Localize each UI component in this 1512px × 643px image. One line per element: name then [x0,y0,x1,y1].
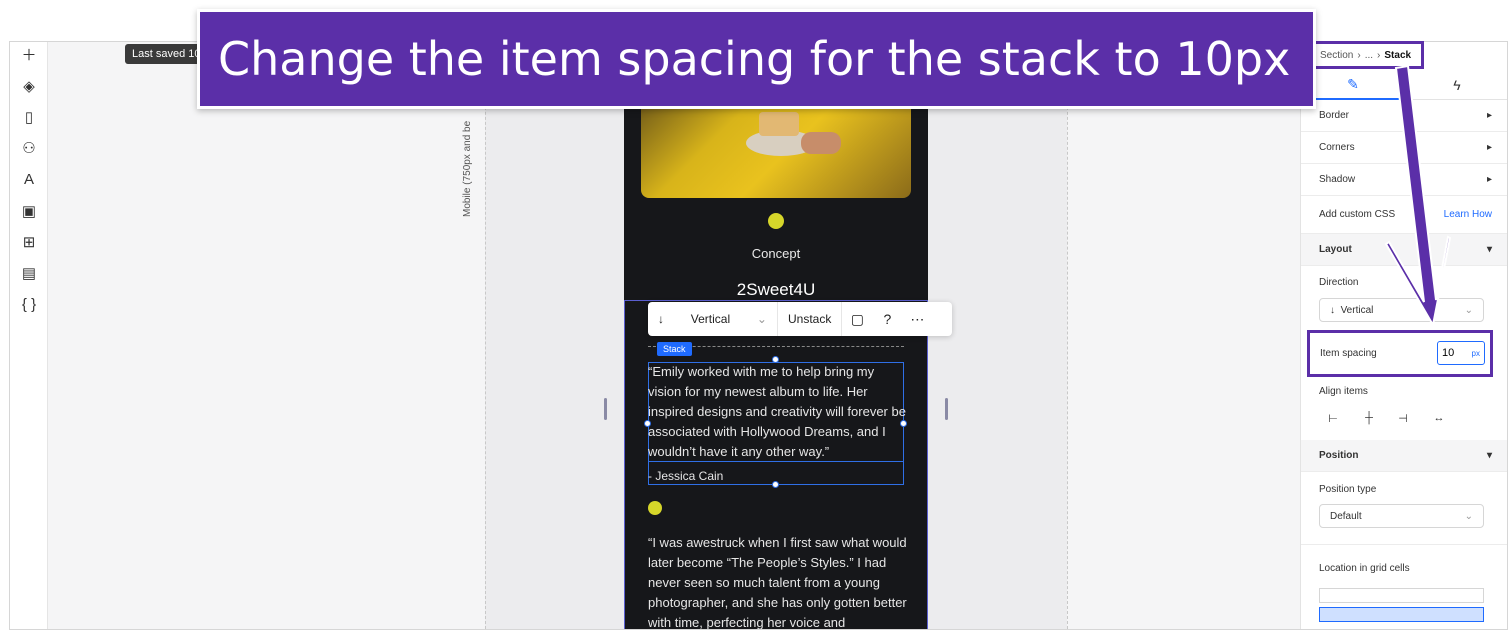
direction-dropdown[interactable]: ↓ Vertical ⌄ [648,302,778,336]
testimonial-quote-1[interactable]: “Emily worked with me to help bring my v… [648,362,908,462]
viewport-guide-left [485,42,486,629]
direction-label: Direction [1319,277,1359,288]
comment-icon[interactable]: ▢ [842,302,872,336]
align-right-icon[interactable]: ⊣ [1393,408,1413,428]
chevron-right-icon: › [1377,49,1381,61]
layout-header[interactable]: Layout ▾ [1301,234,1507,266]
chevron-down-icon: ▾ [1486,450,1492,461]
chevron-down-icon: ⌄ [756,312,767,326]
concept-label: Concept [751,246,801,261]
learn-how-link[interactable]: Learn How [1444,209,1492,220]
media-icon[interactable]: ▣ [17,199,41,223]
grid-apps-icon[interactable]: ⊞ [17,230,41,254]
floating-toolbar: ↓ Vertical ⌄ Unstack ▢ ? ⋯ [648,302,952,336]
direction-value: Vertical [690,312,731,326]
chevron-down-icon: ▾ [1486,244,1492,255]
shadow-row[interactable]: Shadow ▸ [1301,164,1507,196]
item-spacing-value: 10 [1442,347,1455,359]
left-toolbar: ＋ ◈ ▯ ⚇ A ▣ ⊞ ▤ { } [10,42,48,629]
editor-window: ＋ ◈ ▯ ⚇ A ▣ ⊞ ▤ { } Last saved 10 Mobile… [9,41,1508,630]
chevron-down-icon: ⌄ [1464,304,1473,316]
pages-icon[interactable]: ▯ [17,105,41,129]
testimonial-author-1[interactable]: - Jessica Cain [648,469,723,483]
align-stretch-icon[interactable]: ↔ [1429,408,1449,428]
add-icon[interactable]: ＋ [17,42,41,66]
testimonial-quote-2[interactable]: “I was awestruck when I first saw what w… [648,533,908,629]
viewport-guide-right [1067,42,1068,629]
border-label: Border [1319,110,1350,121]
position-type-value: Default [1330,510,1362,522]
corners-row[interactable]: Corners ▸ [1301,132,1507,164]
text-theme-icon[interactable]: A [17,167,41,191]
inspector-tabs: ✎ ϟ [1301,70,1507,100]
position-type-label: Position type [1319,484,1377,495]
corners-label: Corners [1319,142,1355,153]
hand-shape [801,132,841,154]
help-icon[interactable]: ? [872,302,902,336]
layers-icon[interactable]: ◈ [17,74,41,98]
table-icon[interactable]: ▤ [17,261,41,285]
direction-select-value: Vertical [1340,304,1374,316]
brand-title: 2Sweet4U [736,280,816,299]
arrow-down-icon: ↓ [658,312,664,326]
item-spacing-label: Item spacing [1320,348,1377,359]
viewport-label: Mobile (750px and be [462,120,473,217]
more-icon[interactable]: ⋯ [902,302,932,336]
custom-css-row: Add custom CSS Learn How [1301,196,1507,234]
grid-cells-label: Location in grid cells [1319,563,1410,574]
resize-handle-left[interactable] [604,398,607,420]
direction-select[interactable]: ↓ Vertical ⌄ [1319,298,1484,322]
align-left-icon[interactable]: ⊢ [1323,408,1343,428]
position-header[interactable]: Position ▾ [1301,440,1507,472]
breadcrumb-current: Stack [1384,49,1412,61]
last-saved-tooltip: Last saved 10 [125,44,208,64]
breadcrumb-section[interactable]: Section [1320,50,1353,61]
chevron-down-icon: ⌄ [1464,510,1473,522]
design-tab-brush-icon[interactable]: ✎ [1301,70,1405,100]
position-type-select[interactable]: Default ⌄ [1319,504,1484,528]
instruction-banner: Change the item spacing for the stack to… [197,9,1316,109]
cake-shape [759,112,799,136]
arrow-down-icon: ↓ [1330,304,1335,316]
grid-cell-selected[interactable] [1319,607,1484,622]
decorative-dot [768,213,784,229]
align-center-icon[interactable]: ┼ [1359,408,1379,428]
chevron-right-icon: ▸ [1486,110,1492,121]
item-spacing-input[interactable]: 10 px [1437,341,1485,365]
breadcrumb: Section › ... › Stack [1307,41,1425,69]
resize-handle-right[interactable] [945,398,948,420]
decorative-dot-2 [648,501,662,515]
code-braces-icon[interactable]: { } [17,292,41,316]
chevron-right-icon: › [1357,49,1361,61]
item-spacing-unit[interactable]: px [1472,349,1480,358]
grid-cell-row[interactable] [1319,588,1484,603]
position-header-label: Position [1319,450,1359,461]
layout-header-label: Layout [1319,244,1352,255]
chevron-right-icon: ▸ [1486,142,1492,153]
breadcrumb-ellipsis[interactable]: ... [1365,50,1373,61]
divider [1301,544,1507,545]
stack-badge[interactable]: Stack [657,342,692,356]
apps-icon[interactable]: ⚇ [17,136,41,160]
shadow-label: Shadow [1319,174,1356,185]
unstack-button[interactable]: Unstack [778,302,843,336]
interactions-tab-bolt-icon[interactable]: ϟ [1405,70,1507,100]
selection-handle-bottom[interactable] [772,481,779,488]
align-items-label: Align items [1319,386,1368,397]
chevron-right-icon: ▸ [1486,174,1492,185]
border-row[interactable]: Border ▸ [1301,100,1507,132]
custom-css-label: Add custom CSS [1319,209,1396,220]
